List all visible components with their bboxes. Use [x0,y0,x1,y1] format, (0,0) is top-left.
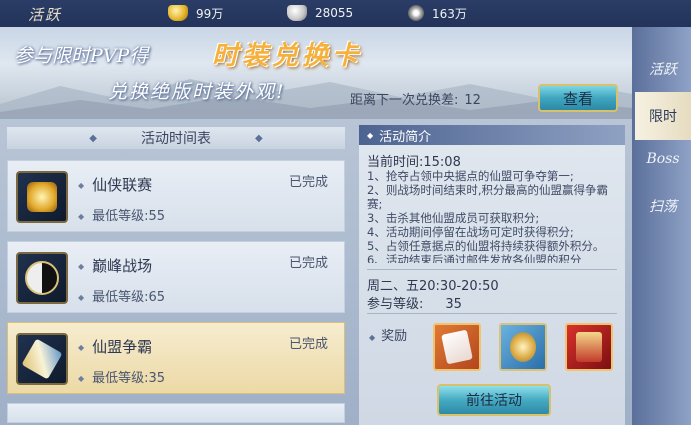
distance-label: 距离下一次兑换差: [350,93,459,108]
gold-resource: 99万 [168,3,223,23]
page-title: 活跃 [28,6,63,24]
current-time: 当前时间:15:08 [367,155,461,170]
banner-card-title: 时装兑换卡 [212,41,363,71]
rules-list[interactable]: 1、抢夺占领中央据点的仙盟可争夺第一; 2、则战场时间结束时,积分最高的仙盟赢得… [367,169,619,263]
gold-value: 99万 [196,6,224,21]
activity-detail: 当前时间:15:08 1、抢夺占领中央据点的仙盟可争夺第一; 2、则战场时间结束… [359,145,625,425]
sword-scroll-icon [16,333,68,385]
rule-line: 4、活动期间停留在战场可定时获得积分; [367,225,574,239]
schedule-header-label: 活动时间表 [141,131,211,147]
tab-limited[interactable]: 限时 [635,92,691,140]
coin-icon [408,5,424,21]
distance-value: 12 [464,93,481,108]
activity-item-partial[interactable] [7,403,345,423]
activity-item-league[interactable]: 仙侠联赛 最低等级:55 已完成 [7,160,345,232]
fashion-card-icon[interactable] [433,323,481,371]
activity-status: 已完成 [288,175,328,190]
coin-value: 163万 [432,6,467,21]
activity-item-guild-war[interactable]: 仙盟争霸 最低等级:35 已完成 [7,322,345,394]
gold-ingot-icon [168,5,188,21]
activity-name: 仙盟争霸 [78,336,152,357]
view-button[interactable]: 查看 [538,84,618,112]
activity-min-level: 最低等级:65 [78,286,165,305]
divider [367,313,617,314]
rule-line: 1、抢夺占领中央据点的仙盟可争夺第一; [367,169,574,183]
required-level: 参与等级: 35 [367,293,462,312]
rule-line: 5、占领任意据点的仙盟将持续获得额外积分。 [367,239,605,253]
activity-item-battlefield[interactable]: 巅峰战场 最低等级:65 已完成 [7,241,345,313]
tab-active[interactable]: 活跃 [635,45,691,93]
silver-resource: 28055 [287,3,353,23]
rule-line: 6、活动结束后通过邮件发放各仙盟的积分 [367,253,582,263]
reward-label: 奖励 [369,325,407,344]
top-bar: 活跃 99万 28055 163万 [0,0,691,28]
yin-yang-icon [16,252,68,304]
silver-ingot-icon [287,5,307,21]
required-level-value: 35 [445,297,462,312]
gold-pouch-icon[interactable] [499,323,547,371]
required-level-label: 参与等级: [367,297,424,312]
event-banner: 参与限时PVP得 时装兑换卡 兑换绝版时装外观! 距离下一次兑换差: 12 查看 [0,27,632,119]
detail-header: 活动简介 [359,125,625,145]
side-tabs: 活跃 限时 Boss 扫荡 [632,27,691,425]
main-panel: ◆ 活动时间表 ◆ 仙侠联赛 最低等级:55 已完成 巅峰战场 最低等级:65 … [0,119,632,425]
silver-value: 28055 [315,6,354,20]
scroll-badge-icon [16,171,68,223]
red-packet-icon[interactable] [565,323,613,371]
activity-status: 已完成 [288,256,328,271]
activity-name: 仙侠联赛 [78,174,152,195]
rule-line: 2、则战场时间结束时,积分最高的仙盟赢得争霸赛; [367,183,608,211]
tab-boss[interactable]: Boss [635,135,691,183]
schedule-header: ◆ 活动时间表 ◆ [7,127,345,149]
tab-sweep[interactable]: 扫荡 [635,182,691,230]
diamond-icon: ◆ [89,132,97,144]
coin-resource: 163万 [408,3,467,23]
schedule-time: 周二、五20:30-20:50 [367,279,499,294]
activity-status: 已完成 [288,337,328,352]
banner-line-2: 兑换绝版时装外观! [108,81,286,103]
activity-min-level: 最低等级:35 [78,367,165,386]
activity-name: 巅峰战场 [78,255,152,276]
rule-line: 3、击杀其他仙盟成员可获取积分; [367,211,540,225]
go-to-activity-button[interactable]: 前往活动 [437,384,551,416]
divider [367,269,617,270]
activity-min-level: 最低等级:55 [78,205,165,224]
banner-line-1: 参与限时PVP得 [14,45,149,67]
diamond-icon: ◆ [255,132,263,144]
exchange-distance: 距离下一次兑换差: 12 [350,89,481,108]
